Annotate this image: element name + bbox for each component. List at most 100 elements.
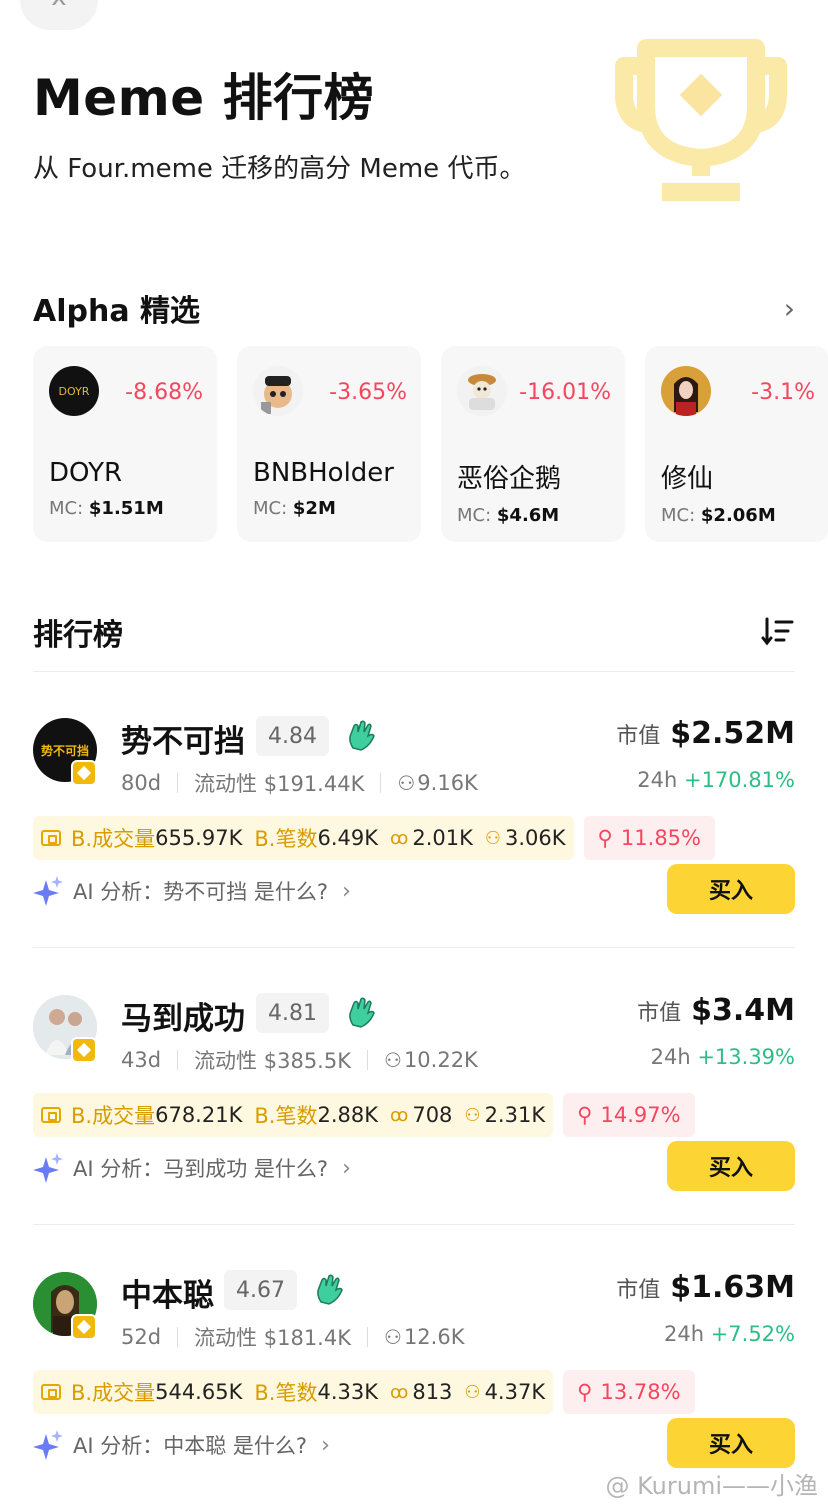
alpha-section-title: Alpha 精选 xyxy=(33,294,201,329)
token-meta: 80d 流动性 $191.44K ⚇ 9.16K xyxy=(121,768,478,798)
alpha-card-list: DOYR -8.68% DOYR MC: $1.51M -3.65% BNBHo… xyxy=(33,346,828,542)
sparkle-icon xyxy=(33,876,63,906)
stats-box: B.成交量 544.65K B.笔数 4.33K ꝏ 813 ⚇ 4.37K xyxy=(33,1370,554,1414)
price-change-24h: 24h +13.39% xyxy=(650,1045,795,1069)
market-cap: MC: $4.6M xyxy=(457,505,560,526)
score-badge: 4.84 xyxy=(256,716,329,756)
market-cap: MC: $2.06M xyxy=(661,505,776,526)
token-meta: 43d 流动性 $385.5K ⚇ 10.22K xyxy=(121,1045,478,1075)
chevron-right-icon: › xyxy=(342,1155,351,1181)
holders-icon: ⚇ xyxy=(384,1325,402,1349)
person-icon: ⚲ xyxy=(577,1103,593,1127)
token-name: BNBHolder xyxy=(253,458,394,488)
risk-badge: ⚲ 13.78% xyxy=(563,1370,695,1414)
price-change: -3.1% xyxy=(751,380,815,405)
stats-box: B.成交量 678.21K B.笔数 2.88K ꝏ 708 ⚇ 2.31K xyxy=(33,1093,554,1137)
wallet-icon xyxy=(41,1384,61,1400)
token-name: 中本聪 xyxy=(121,1278,214,1314)
ai-analysis-link[interactable]: AI 分析：中本聪 是什么? › xyxy=(33,1430,330,1460)
person-icon: ⚲ xyxy=(597,826,613,850)
price-change: -3.65% xyxy=(329,380,407,405)
token-avatar xyxy=(457,366,507,416)
holders-count: 12.6K xyxy=(403,1325,465,1349)
users-icon: ⚇ xyxy=(464,1104,481,1126)
score-badge: 4.81 xyxy=(256,993,329,1033)
alpha-card[interactable]: DOYR -8.68% DOYR MC: $1.51M xyxy=(33,346,217,542)
users-icon: ⚇ xyxy=(484,827,501,849)
market-cap: MC: $1.51M xyxy=(49,498,164,519)
buy-button[interactable]: 买入 xyxy=(667,1141,795,1191)
liquidity: 流动性 $181.4K xyxy=(194,1326,351,1350)
stats-box: B.成交量 655.97K B.笔数 6.49K ꝏ 2.01K ⚇ 3.06K xyxy=(33,816,574,860)
stats-row: B.成交量 655.97K B.笔数 6.49K ꝏ 2.01K ⚇ 3.06K ⚲ 11… xyxy=(33,816,715,860)
risk-badge: ⚲ 11.85% xyxy=(583,816,715,860)
price-change-24h: 24h +7.52% xyxy=(663,1322,795,1346)
page-title: Meme 排行榜 xyxy=(33,69,375,127)
ranking-title: 排行榜 xyxy=(33,618,123,653)
token-name: DOYR xyxy=(49,458,123,488)
token-name: 修仙 xyxy=(661,464,714,494)
price-change: -8.68% xyxy=(125,380,203,405)
ranking-item[interactable]: 马到成功 4.81 43d 流动性 $385.5K ⚇ 10.22K 市值 $3.… xyxy=(33,993,795,1233)
users-icon: ⚇ xyxy=(464,1381,481,1403)
token-age: 52d xyxy=(121,1325,162,1349)
sparkle-icon xyxy=(33,1430,63,1460)
buy-button[interactable]: 买入 xyxy=(667,1418,795,1468)
score-badge: 4.67 xyxy=(224,1270,297,1310)
divider xyxy=(33,671,795,672)
page-subtitle: 从 Four.meme 迁移的高分 Meme 代币。 xyxy=(33,154,526,184)
divider xyxy=(33,947,795,948)
token-name: 恶俗企鹅 xyxy=(457,464,562,494)
chevron-right-icon: › xyxy=(321,1432,330,1458)
ai-analysis-link[interactable]: AI 分析：势不可挡 是什么? › xyxy=(33,876,351,906)
sparkle-icon xyxy=(33,1153,63,1183)
token-avatar xyxy=(253,366,303,416)
market-cap: 市值 $1.63M xyxy=(616,1270,795,1305)
watermark: @ Kurumi——小渔 xyxy=(605,1472,818,1500)
ai-analysis-link[interactable]: AI 分析：马到成功 是什么? › xyxy=(33,1153,351,1183)
hand-icon xyxy=(349,720,375,751)
risk-badge: ⚲ 14.97% xyxy=(563,1093,695,1137)
market-cap: MC: $2M xyxy=(253,498,336,519)
ranking-section-header: 排行榜 xyxy=(33,610,795,654)
close-icon: x xyxy=(51,0,66,12)
token-age: 80d xyxy=(121,771,162,795)
chevron-right-icon: › xyxy=(342,878,351,904)
token-age: 43d xyxy=(121,1048,162,1072)
holders-icon: ⚇ xyxy=(397,771,416,795)
alpha-section-header[interactable]: Alpha 精选 › xyxy=(33,286,795,330)
trophy-icon xyxy=(615,39,787,201)
token-avatar xyxy=(661,366,711,416)
token-name: 马到成功 xyxy=(121,1001,245,1037)
alpha-card[interactable]: -16.01% 恶俗企鹅 MC: $4.6M xyxy=(441,346,625,542)
token-avatar: DOYR xyxy=(49,366,99,416)
hand-icon xyxy=(317,1274,343,1305)
holders-count: 10.22K xyxy=(403,1048,478,1072)
price-change-24h: 24h +170.81% xyxy=(637,768,795,792)
market-cap: 市值 $2.52M xyxy=(616,716,795,751)
stats-row: B.成交量 544.65K B.笔数 4.33K ꝏ 813 ⚇ 4.37K ⚲ 13.7… xyxy=(33,1370,695,1414)
hand-icon xyxy=(349,997,375,1028)
bnb-chain-icon xyxy=(71,1314,97,1340)
stats-row: B.成交量 678.21K B.笔数 2.88K ꝏ 708 ⚇ 2.31K ⚲ 14.9… xyxy=(33,1093,695,1137)
liquidity: 流动性 $191.44K xyxy=(194,772,365,796)
alpha-card[interactable]: -3.65% BNBHolder MC: $2M xyxy=(237,346,421,542)
token-meta: 52d 流动性 $181.4K ⚇ 12.6K xyxy=(121,1322,464,1352)
sort-icon[interactable] xyxy=(761,615,795,649)
liquidity: 流动性 $385.5K xyxy=(194,1049,351,1073)
price-change: -16.01% xyxy=(519,380,611,405)
person-icon: ⚲ xyxy=(577,1380,593,1404)
chevron-right-icon[interactable]: › xyxy=(784,292,795,325)
alpha-card[interactable]: -3.1% 修仙 MC: $2.06M xyxy=(645,346,828,542)
holders-icon: ⚇ xyxy=(384,1048,402,1072)
ranking-item[interactable]: 势不可挡 势不可挡 4.84 80d 流动性 $191.44K ⚇ 9.16K 市… xyxy=(33,716,795,956)
wallet-icon xyxy=(41,1107,61,1123)
token-name: 势不可挡 xyxy=(121,724,245,760)
market-cap: 市值 $3.4M xyxy=(637,993,795,1028)
traders-icon: ꝏ xyxy=(389,827,409,849)
bnb-chain-icon xyxy=(71,1037,97,1063)
close-button[interactable]: x xyxy=(20,0,98,30)
buy-button[interactable]: 买入 xyxy=(667,864,795,914)
traders-icon: ꝏ xyxy=(389,1381,409,1403)
holders-count: 9.16K xyxy=(417,771,478,795)
